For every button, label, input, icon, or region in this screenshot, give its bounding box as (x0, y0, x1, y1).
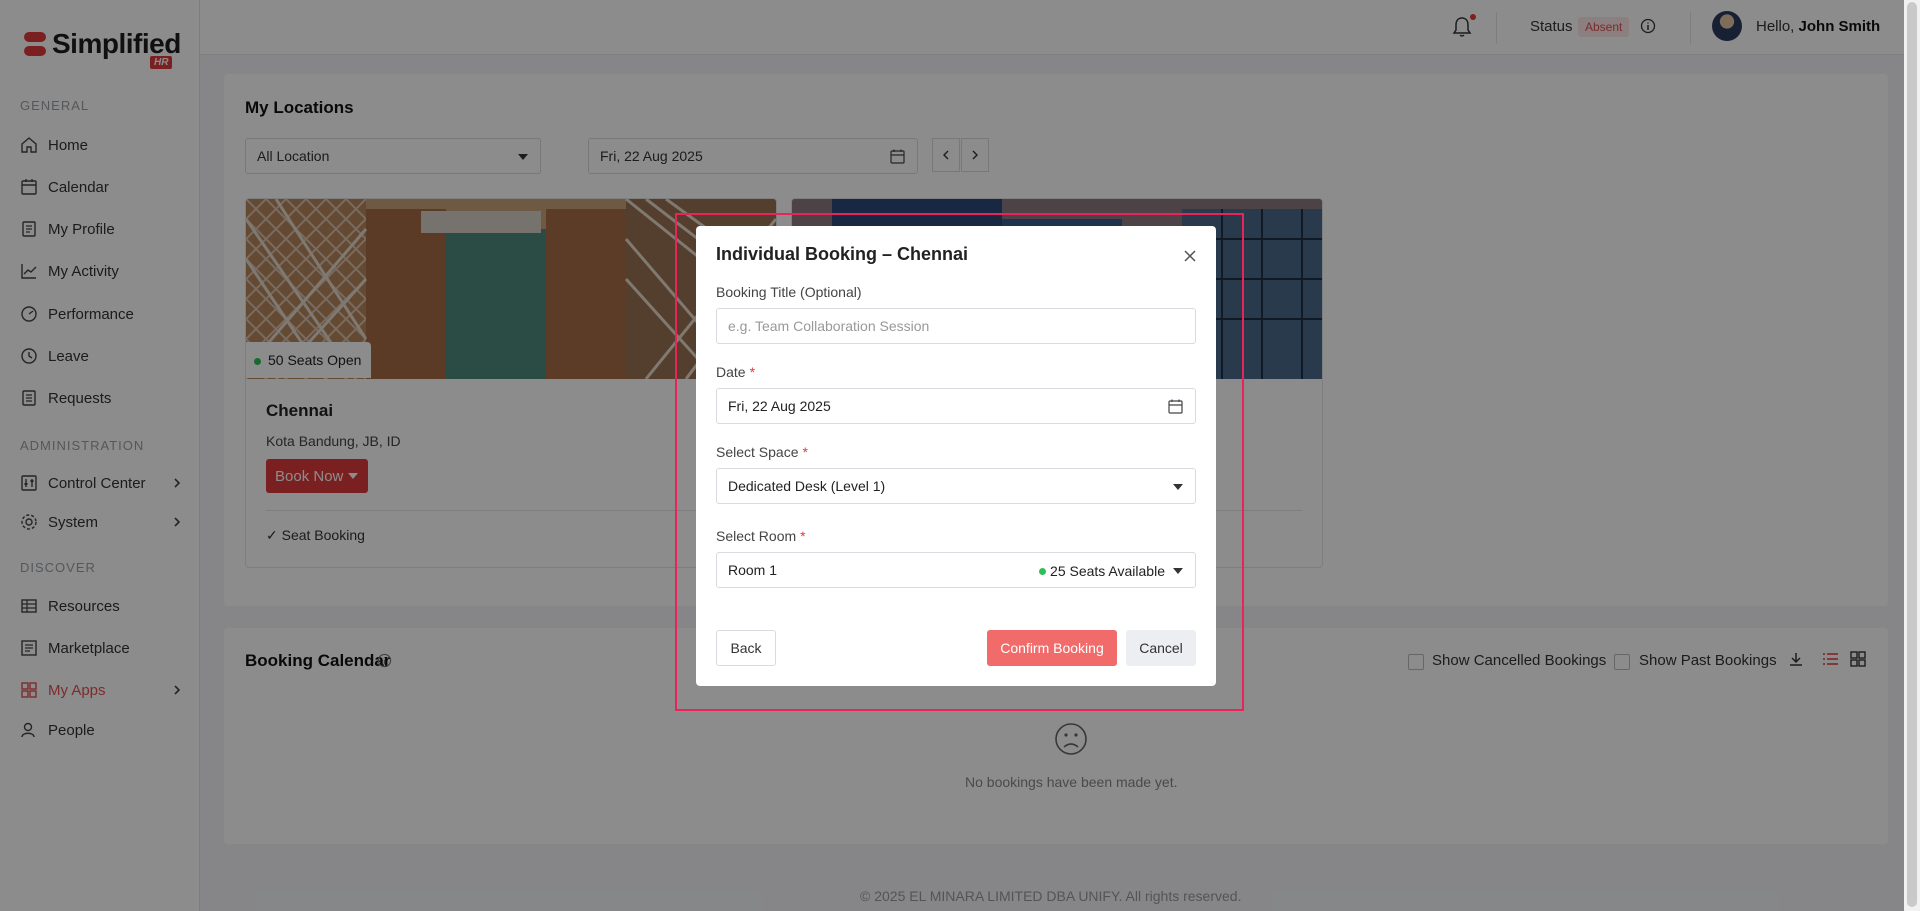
calendar-icon (1168, 399, 1183, 417)
space-label-text: Select Space (716, 444, 799, 460)
room-select-value: Room 1 (728, 562, 778, 578)
space-label: Select Space * (716, 444, 808, 460)
modal-title: Individual Booking – Chennai (716, 244, 969, 264)
date-label: Date * (716, 364, 755, 380)
required-mark: * (749, 364, 756, 380)
space-select-value: Dedicated Desk (Level 1) (728, 478, 886, 494)
booking-modal: Individual Booking – Chennai Booking Tit… (696, 226, 1216, 686)
chevron-down-icon (1173, 568, 1183, 574)
space-select[interactable]: Dedicated Desk (Level 1) (716, 468, 1196, 504)
booking-title-placeholder: e.g. Team Collaboration Session (728, 318, 930, 334)
room-label-text: Select Room (716, 528, 797, 544)
chevron-down-icon (1173, 484, 1183, 490)
room-label: Select Room * (716, 528, 806, 544)
room-select[interactable]: Room 1 25 Seats Available (716, 552, 1196, 588)
required-mark: * (800, 528, 806, 544)
cancel-button[interactable]: Cancel (1126, 630, 1196, 666)
room-availability: 25 Seats Available (1039, 563, 1165, 579)
date-label-text: Date (716, 364, 746, 380)
booking-title-label: Booking Title (Optional) (716, 284, 862, 300)
date-field-value: Fri, 22 Aug 2025 (728, 398, 831, 414)
scrollbar[interactable] (1904, 0, 1920, 911)
booking-title-input[interactable]: e.g. Team Collaboration Session (716, 308, 1196, 344)
confirm-booking-button[interactable]: Confirm Booking (987, 630, 1117, 666)
back-button[interactable]: Back (716, 630, 776, 666)
required-mark: * (802, 444, 808, 460)
close-icon[interactable] (1182, 248, 1198, 264)
scrollbar-thumb[interactable] (1907, 2, 1917, 907)
date-field[interactable]: Fri, 22 Aug 2025 (716, 388, 1196, 424)
